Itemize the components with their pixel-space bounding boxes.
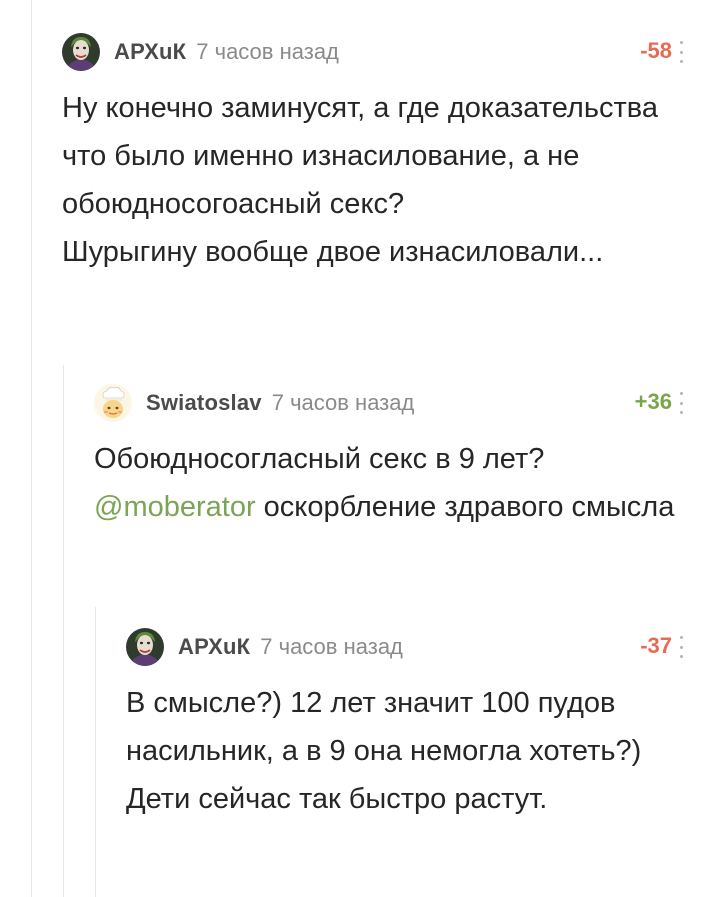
thread-line-level-0 <box>31 0 32 897</box>
comment-header: АРХuК 7 часов назад -37 <box>126 627 720 667</box>
comment-rating: -37 <box>640 633 672 658</box>
comment-reply: АРХuК 7 часов назад -37 В смысле?) 12 ле… <box>126 627 720 823</box>
comment-text: @moberator оскорбление здравого смысла <box>94 483 690 531</box>
username[interactable]: АРХuК <box>114 39 186 65</box>
user-avatar[interactable] <box>126 628 164 666</box>
username[interactable]: АРХuК <box>178 634 250 660</box>
more-options-icon[interactable] <box>678 636 684 658</box>
timestamp[interactable]: 7 часов назад <box>196 39 339 65</box>
thread-line-level-1 <box>63 365 64 897</box>
comment-header: АРХuК 7 часов назад -58 <box>62 32 720 72</box>
comment-text-rest: оскорбление здравого смысла <box>255 491 675 523</box>
comment-text: Обоюдносогласный секс в 9 лет? <box>94 443 545 475</box>
joker-avatar-icon <box>126 628 164 666</box>
more-options-icon[interactable] <box>678 41 684 63</box>
comment-text: Ну конечно заминусят, а где доказательст… <box>62 92 658 220</box>
user-avatar[interactable] <box>62 33 100 71</box>
comment-rating: -58 <box>640 38 672 63</box>
thread-line-level-2 <box>95 607 96 897</box>
user-avatar[interactable] <box>94 384 132 422</box>
timestamp[interactable]: 7 часов назад <box>272 390 415 416</box>
user-mention-link[interactable]: @moberator <box>94 491 256 523</box>
chef-avatar-icon <box>94 384 132 422</box>
timestamp[interactable]: 7 часов назад <box>260 634 403 660</box>
more-options-icon[interactable] <box>678 392 684 414</box>
comment-reply: Swiatoslav 7 часов назад +36 Обоюдносогл… <box>94 383 720 531</box>
comment-text: Шурыгину вообще двое изнасиловали... <box>62 236 604 268</box>
comment-body: В смысле?) 12 лет значит 100 пудов насил… <box>126 679 720 823</box>
username[interactable]: Swiatoslav <box>146 390 262 416</box>
comment-body: Ну конечно заминусят, а где доказательст… <box>62 84 720 276</box>
comment-body: Обоюдносогласный секс в 9 лет? @moberato… <box>94 435 720 531</box>
comment-text: В смысле?) 12 лет значит 100 пудов насил… <box>126 687 642 815</box>
comment-rating: +36 <box>634 389 672 414</box>
joker-avatar-icon <box>62 33 100 71</box>
comment: АРХuК 7 часов назад -58 Ну конечно замин… <box>62 32 720 276</box>
comment-header: Swiatoslav 7 часов назад +36 <box>94 383 720 423</box>
